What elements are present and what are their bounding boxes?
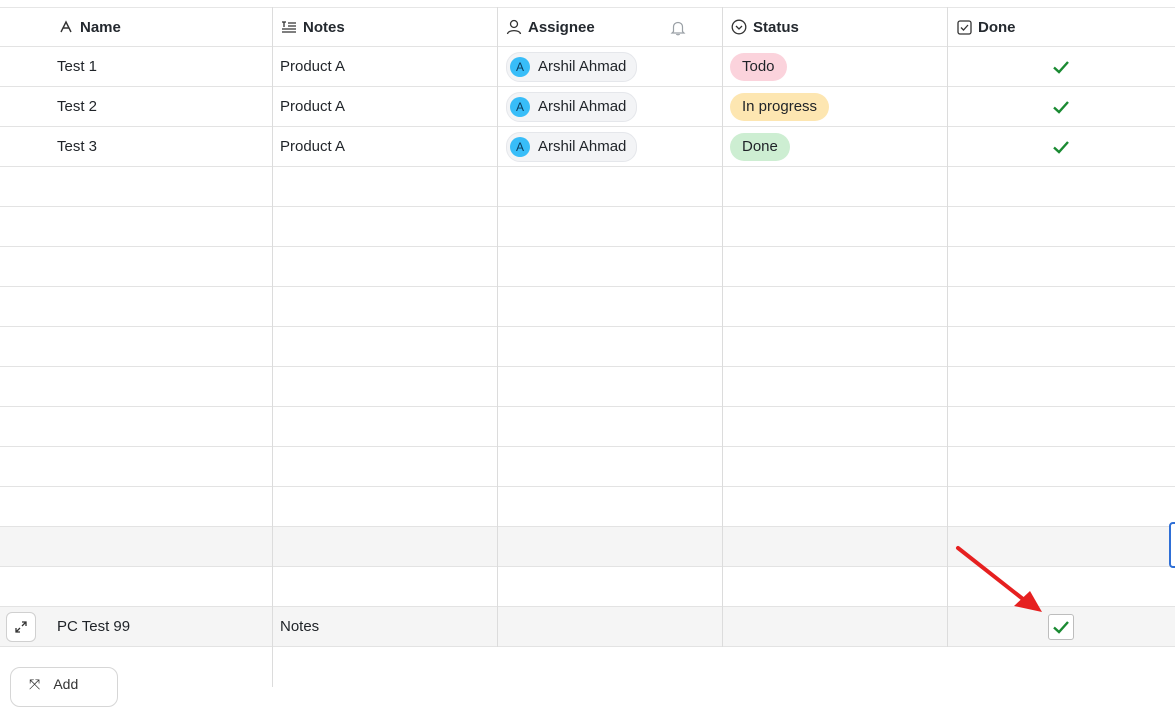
cell-notes[interactable]: Product A bbox=[280, 87, 496, 126]
add-view-button[interactable]: ⤧ Add bbox=[10, 667, 118, 707]
table-row[interactable]: Test 3 Product A A Arshil Ahmad Done bbox=[0, 127, 1175, 167]
add-icon: ⤧ bbox=[29, 676, 41, 692]
checkmark-icon bbox=[1052, 140, 1069, 154]
cell-assignee[interactable]: A Arshil Ahmad bbox=[506, 127, 722, 166]
cell-status[interactable]: Done bbox=[730, 127, 946, 166]
add-view-label: Add bbox=[53, 676, 79, 692]
column-divider bbox=[947, 7, 948, 647]
cell-notes[interactable]: Product A bbox=[280, 127, 496, 166]
column-header-assignee-label: Assignee bbox=[528, 18, 595, 36]
column-header-status-label: Status bbox=[753, 18, 799, 36]
checkmark-icon bbox=[1052, 60, 1069, 74]
expand-icon bbox=[15, 621, 27, 633]
notes-icon bbox=[281, 19, 297, 35]
cell-assignee[interactable]: A Arshil Ahmad bbox=[506, 87, 722, 126]
empty-row[interactable] bbox=[0, 407, 1175, 447]
empty-row[interactable] bbox=[0, 327, 1175, 367]
status-badge[interactable]: Todo bbox=[730, 52, 787, 81]
text-type-icon bbox=[58, 19, 74, 35]
column-divider bbox=[722, 7, 723, 647]
assignee-name: Arshil Ahmad bbox=[538, 98, 627, 115]
empty-row[interactable] bbox=[0, 447, 1175, 487]
person-icon bbox=[506, 19, 522, 35]
table-row[interactable]: Test 1 Product A A Arshil Ahmad Todo bbox=[0, 47, 1175, 87]
cell-notes[interactable]: Product A bbox=[280, 47, 496, 86]
column-header-done[interactable]: Done bbox=[956, 8, 1172, 46]
table-row[interactable]: Test 2 Product A A Arshil Ahmad In progr… bbox=[0, 87, 1175, 127]
column-divider bbox=[497, 7, 498, 647]
column-header-notes-label: Notes bbox=[303, 18, 345, 36]
column-header-name-label: Name bbox=[80, 18, 121, 36]
checkmark-icon bbox=[1052, 620, 1069, 634]
column-header-status[interactable]: Status bbox=[731, 8, 947, 46]
column-header-assignee[interactable]: Assignee bbox=[506, 8, 722, 46]
cell-done[interactable] bbox=[948, 127, 1173, 166]
column-divider bbox=[272, 7, 273, 687]
assignee-chip[interactable]: A Arshil Ahmad bbox=[506, 131, 638, 162]
assignee-name: Arshil Ahmad bbox=[538, 58, 627, 75]
cell-done[interactable] bbox=[948, 47, 1173, 86]
empty-row[interactable] bbox=[0, 287, 1175, 327]
top-strip bbox=[0, 0, 1175, 7]
avatar: A bbox=[510, 136, 530, 157]
cell-status[interactable]: In progress bbox=[730, 87, 946, 126]
empty-row[interactable] bbox=[0, 487, 1175, 527]
cell-name[interactable]: Test 1 bbox=[57, 47, 271, 86]
cell-assignee[interactable]: A Arshil Ahmad bbox=[506, 47, 722, 86]
header-row: Name Notes Assignee Status Done bbox=[0, 7, 1175, 47]
assignee-chip[interactable]: A Arshil Ahmad bbox=[506, 91, 638, 122]
status-circle-icon bbox=[731, 19, 747, 35]
expand-row-button[interactable] bbox=[6, 612, 36, 642]
empty-row[interactable] bbox=[0, 207, 1175, 247]
column-header-name[interactable]: Name bbox=[58, 8, 272, 46]
empty-row[interactable] bbox=[0, 167, 1175, 207]
cell-done[interactable] bbox=[948, 87, 1173, 126]
cell-name[interactable]: Test 2 bbox=[57, 87, 271, 126]
status-badge[interactable]: In progress bbox=[730, 92, 830, 121]
bell-icon[interactable] bbox=[670, 20, 686, 40]
avatar: A bbox=[510, 96, 530, 117]
column-header-notes[interactable]: Notes bbox=[281, 8, 497, 46]
checkbox-icon bbox=[956, 19, 972, 35]
annotation-arrow-icon bbox=[956, 546, 1042, 612]
column-header-done-label: Done bbox=[978, 18, 1016, 36]
checkmark-icon bbox=[1052, 100, 1069, 114]
cell-name[interactable]: PC Test 99 bbox=[57, 607, 271, 646]
status-badge[interactable]: Done bbox=[730, 132, 790, 161]
cell-status[interactable]: Todo bbox=[730, 47, 946, 86]
assignee-name: Arshil Ahmad bbox=[538, 138, 627, 155]
empty-row[interactable] bbox=[0, 247, 1175, 287]
cell-name[interactable]: Test 3 bbox=[57, 127, 271, 166]
cell-selection-edge bbox=[1169, 522, 1175, 568]
done-checkbox[interactable] bbox=[1047, 613, 1074, 640]
empty-row[interactable] bbox=[0, 367, 1175, 407]
assignee-chip[interactable]: A Arshil Ahmad bbox=[506, 51, 638, 82]
avatar: A bbox=[510, 56, 530, 77]
cell-notes[interactable]: Notes bbox=[280, 607, 496, 646]
